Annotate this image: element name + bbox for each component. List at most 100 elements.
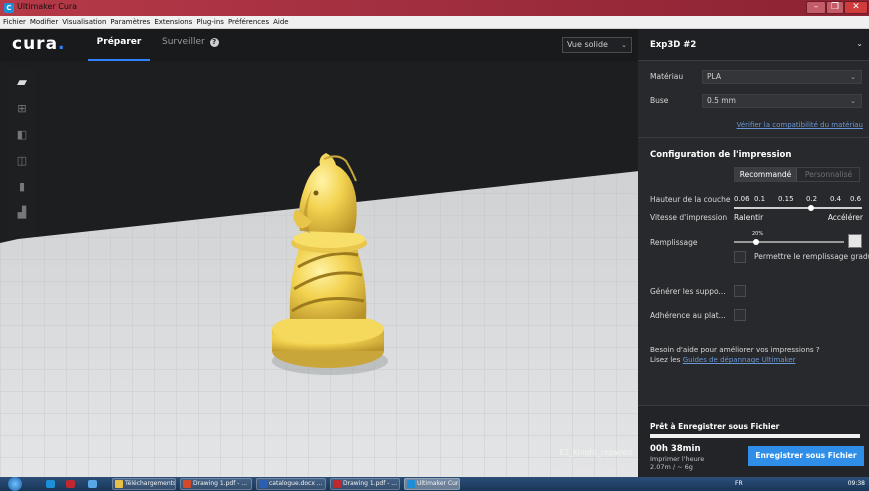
taskbar-task[interactable]: catalogue.docx ... (256, 478, 326, 490)
mode-recommended[interactable]: Recommandé (735, 168, 797, 181)
chevron-down-icon: ⌄ (850, 97, 856, 105)
per-model-settings-icon[interactable]: ▟ (12, 203, 32, 223)
help-line-1: Besoin d'aide pour améliorer vos impress… (650, 345, 820, 354)
clock[interactable]: 09:38 (848, 478, 865, 489)
help-icon: ? (209, 38, 219, 47)
menu-bar: Fichier Modifier Visualisation Paramètres Ex… (0, 16, 869, 29)
close-button[interactable]: ✕ (844, 1, 868, 14)
infill-label: Remplissage (650, 238, 698, 247)
menu-extensions[interactable]: Extensions (152, 16, 194, 28)
cura-pinned-icon[interactable] (46, 480, 55, 488)
slice-progress-fill (650, 434, 860, 438)
save-to-file-button[interactable]: Enregistrer sous Fichier (748, 446, 864, 466)
task-label: Drawing 1.pdf - ... (193, 480, 248, 487)
object-name: E2_Knight_repaired (559, 448, 633, 457)
object-dimensions: 25.0 x 25.0 x 48.0 mm (552, 459, 632, 467)
settings-panel: Exp3D #2 ⌄ Matériau PLA ⌄ Buse 0.5 mm ⌄ Vé… (638, 29, 869, 477)
scale-tool-icon[interactable]: ◧ (12, 125, 32, 145)
task-app-icon (407, 480, 415, 488)
troubleshooting-link[interactable]: Guides de dépannage Ultimaker (683, 356, 796, 364)
task-app-icon (115, 480, 123, 488)
print-speed-label: Vitesse d'impression (650, 213, 728, 222)
layer-height-slider[interactable] (734, 207, 862, 209)
config-title: Configuration de l'impression (650, 150, 792, 160)
speed-fast-label[interactable]: Accélérer (828, 213, 863, 222)
layer-height-handle[interactable] (807, 205, 814, 211)
menu-plugins[interactable]: Plug-ins (194, 16, 226, 28)
save-area: Prêt à Enregistrer sous Fichier 00h 38mi… (638, 405, 869, 477)
cura-app-icon: C (4, 3, 14, 13)
windows-taskbar: Téléchargements Drawing 1.pdf - ... catalo… (0, 477, 869, 491)
layer-height-option[interactable]: 0.6 (850, 195, 861, 203)
material-label: Matériau (650, 72, 684, 81)
mirror-tool-icon[interactable]: ▮ (12, 177, 32, 197)
layer-height-option[interactable]: 0.1 (754, 195, 765, 203)
task-label: catalogue.docx ... (269, 480, 323, 487)
save-status: Prêt à Enregistrer sous Fichier (650, 422, 780, 431)
section-divider (638, 137, 869, 138)
layer-height-option[interactable]: 0.15 (778, 195, 794, 203)
layer-height-option[interactable]: 0.4 (830, 195, 841, 203)
print-time-label: Imprimer l'heure (650, 455, 705, 463)
taskbar-task[interactable]: Ultimaker Cura (404, 478, 460, 490)
taskbar-task[interactable]: Téléchargements (112, 478, 176, 490)
chevron-down-icon: ⌄ (621, 41, 627, 49)
mode-toggle: Recommandé Personnalisé (734, 167, 860, 182)
3d-viewport[interactable]: ▰ ⊞ ◧ ◫ ▮ ▟ E2_Knight_repaired 25.0 x 25… (0, 61, 638, 477)
task-app-icon (183, 480, 191, 488)
cura-header: cura. Préparer Surveiller ? Vue solide ⌄ (0, 29, 638, 61)
minimize-button[interactable]: – (806, 1, 826, 14)
cura-logo: cura. (12, 34, 66, 54)
printer-selector[interactable]: Exp3D #2 ⌄ (638, 29, 869, 61)
tab-prepare[interactable]: Préparer (88, 37, 150, 61)
view-mode-select[interactable]: Vue solide ⌄ (562, 37, 632, 53)
layer-height-label: Hauteur de la couche (650, 195, 731, 204)
menu-settings[interactable]: Paramètres (108, 16, 152, 28)
menu-edit[interactable]: Modifier (28, 16, 60, 28)
task-label: Drawing 1.pdf - ... (343, 480, 398, 487)
move-tool-icon[interactable]: ⊞ (12, 99, 32, 119)
infill-pattern-icon (848, 234, 862, 248)
object-info: E2_Knight_repaired 25.0 x 25.0 x 48.0 mm (552, 447, 632, 469)
window-title: Ultimaker Cura (17, 2, 78, 11)
chevron-down-icon: ⌄ (856, 39, 863, 48)
infill-handle[interactable] (753, 239, 759, 245)
maximize-button[interactable]: ❐ (826, 1, 844, 14)
help-text: Besoin d'aide pour améliorer vos impress… (650, 345, 860, 365)
check-compatibility-link[interactable]: Vérifier la compatibilité du matériau (737, 121, 863, 129)
taskbar-task[interactable]: Drawing 1.pdf - ... (180, 478, 252, 490)
speed-slow-label[interactable]: Ralentir (734, 213, 763, 222)
help-line-2: Lisez les Guides de dépannage Ultimaker (650, 355, 796, 364)
tab-monitor[interactable]: Surveiller ? (162, 37, 219, 47)
print-info: Imprimer l'heure 2.07m / ~ 6g (650, 455, 704, 471)
gradual-infill-checkbox[interactable] (734, 251, 746, 263)
start-button[interactable] (8, 477, 22, 491)
mode-custom[interactable]: Personnalisé (798, 168, 859, 181)
open-folder-icon[interactable]: ▰ (12, 73, 32, 93)
language-indicator[interactable]: FR (735, 478, 743, 489)
task-app-icon (333, 480, 341, 488)
pinned-app-icon[interactable] (88, 480, 97, 488)
slice-progress-bar (650, 434, 860, 438)
adhesion-label: Adhérence au plat... (650, 311, 726, 320)
infill-slider[interactable] (734, 241, 844, 243)
support-checkbox[interactable] (734, 285, 746, 297)
layer-height-option[interactable]: 0.2 (806, 195, 817, 203)
menu-view[interactable]: Visualisation (60, 16, 108, 28)
material-select[interactable]: PLA ⌄ (702, 70, 862, 84)
nozzle-select[interactable]: 0.5 mm ⌄ (702, 94, 862, 108)
menu-help[interactable]: Aide (271, 16, 290, 28)
menu-file[interactable]: Fichier (0, 16, 28, 28)
menu-preferences[interactable]: Préférences (226, 16, 271, 28)
infill-value: 20% (752, 231, 764, 237)
gradual-infill-label: Permettre le remplissage gradue (754, 252, 869, 261)
taskbar-task[interactable]: Drawing 1.pdf - ... (330, 478, 400, 490)
support-label: Générer les suppo... (650, 287, 726, 296)
task-app-icon (259, 480, 267, 488)
window-title-bar: C Ultimaker Cura – ❐ ✕ (0, 0, 869, 16)
material-usage: 2.07m / ~ 6g (650, 463, 693, 471)
adhesion-checkbox[interactable] (734, 309, 746, 321)
layer-height-option[interactable]: 0.06 (734, 195, 750, 203)
pinned-app-icon[interactable] (66, 480, 75, 488)
rotate-tool-icon[interactable]: ◫ (12, 151, 32, 171)
